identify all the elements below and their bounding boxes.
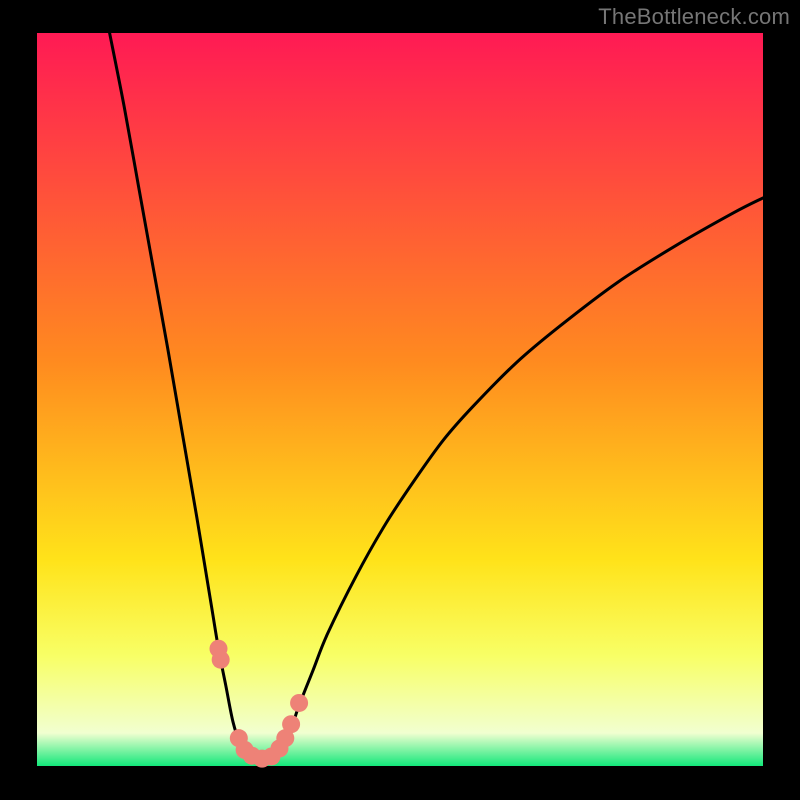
curve-marker — [212, 651, 230, 669]
curve-marker — [282, 715, 300, 733]
plot-background — [37, 33, 763, 766]
bottleneck-chart — [0, 0, 800, 800]
chart-frame: { "watermark": "TheBottleneck.com", "col… — [0, 0, 800, 800]
watermark-text: TheBottleneck.com — [598, 4, 790, 30]
curve-marker — [290, 694, 308, 712]
